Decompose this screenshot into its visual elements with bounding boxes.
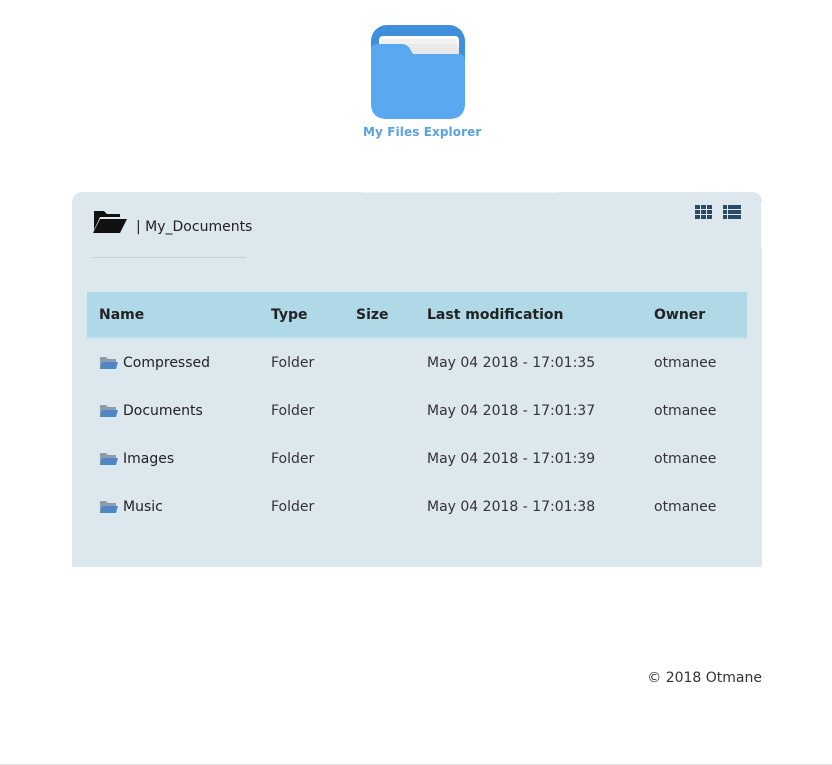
table-row[interactable]: Compressed Folder May 04 2018 - 17:01:35… <box>87 338 747 387</box>
file-size <box>344 387 415 435</box>
file-owner: otmanee <box>654 499 717 515</box>
app-logo[interactable]: My Files Explorer <box>363 24 482 139</box>
file-modified: May 04 2018 - 17:01:37 <box>427 403 596 419</box>
file-type: Folder <box>271 355 315 371</box>
file-type: Folder <box>271 499 315 515</box>
table-header: Name Type Size Last modification Owner <box>87 292 747 339</box>
folder-app-icon <box>371 25 465 119</box>
table-row[interactable]: Documents Folder May 04 2018 - 17:01:37 … <box>87 387 747 435</box>
grid-view-icon[interactable] <box>694 204 714 220</box>
table-row[interactable]: Images Folder May 04 2018 - 17:01:39 otm… <box>87 435 747 483</box>
file-modified: May 04 2018 - 17:01:39 <box>427 451 596 467</box>
file-owner: otmanee <box>654 355 717 371</box>
file-type: Folder <box>271 451 315 467</box>
file-name-cell[interactable]: Music <box>87 483 259 531</box>
app-title: My Files Explorer <box>363 125 482 139</box>
file-name-cell[interactable]: Compressed <box>87 338 259 387</box>
folder-open-icon <box>93 211 127 233</box>
file-owner: otmanee <box>654 451 717 467</box>
column-header-name[interactable]: Name <box>87 292 259 339</box>
file-name: Documents <box>123 403 203 419</box>
column-header-size[interactable]: Size <box>344 292 415 339</box>
file-size <box>344 483 415 531</box>
column-header-type[interactable]: Type <box>259 292 344 339</box>
file-owner: otmanee <box>654 403 717 419</box>
file-modified: May 04 2018 - 17:01:38 <box>427 499 596 515</box>
current-path[interactable]: | My_Documents <box>136 219 252 235</box>
folder-icon <box>100 405 118 417</box>
file-size <box>344 435 415 483</box>
file-browser-panel: | My_Documents Name Type Size Last modif… <box>72 192 762 567</box>
file-name: Music <box>123 499 163 515</box>
file-type: Folder <box>271 403 315 419</box>
folder-icon <box>100 501 118 513</box>
breadcrumb: | My_Documents <box>92 206 252 258</box>
file-modified: May 04 2018 - 17:01:35 <box>427 355 596 371</box>
column-header-owner[interactable]: Owner <box>642 292 747 339</box>
folder-icon <box>100 453 118 465</box>
folder-icon <box>100 357 118 369</box>
view-toggle <box>694 204 742 220</box>
list-view-icon[interactable] <box>722 204 742 220</box>
footer-copyright: © 2018 Otmane <box>647 670 762 686</box>
file-name-cell[interactable]: Documents <box>87 387 259 435</box>
file-name: Images <box>123 451 175 467</box>
file-name-cell[interactable]: Images <box>87 435 259 483</box>
file-name: Compressed <box>123 355 211 371</box>
table-row[interactable]: Music Folder May 04 2018 - 17:01:38 otma… <box>87 483 747 531</box>
file-table: Name Type Size Last modification Owner C… <box>87 292 747 531</box>
file-size <box>344 338 415 387</box>
column-header-modified[interactable]: Last modification <box>415 292 642 339</box>
